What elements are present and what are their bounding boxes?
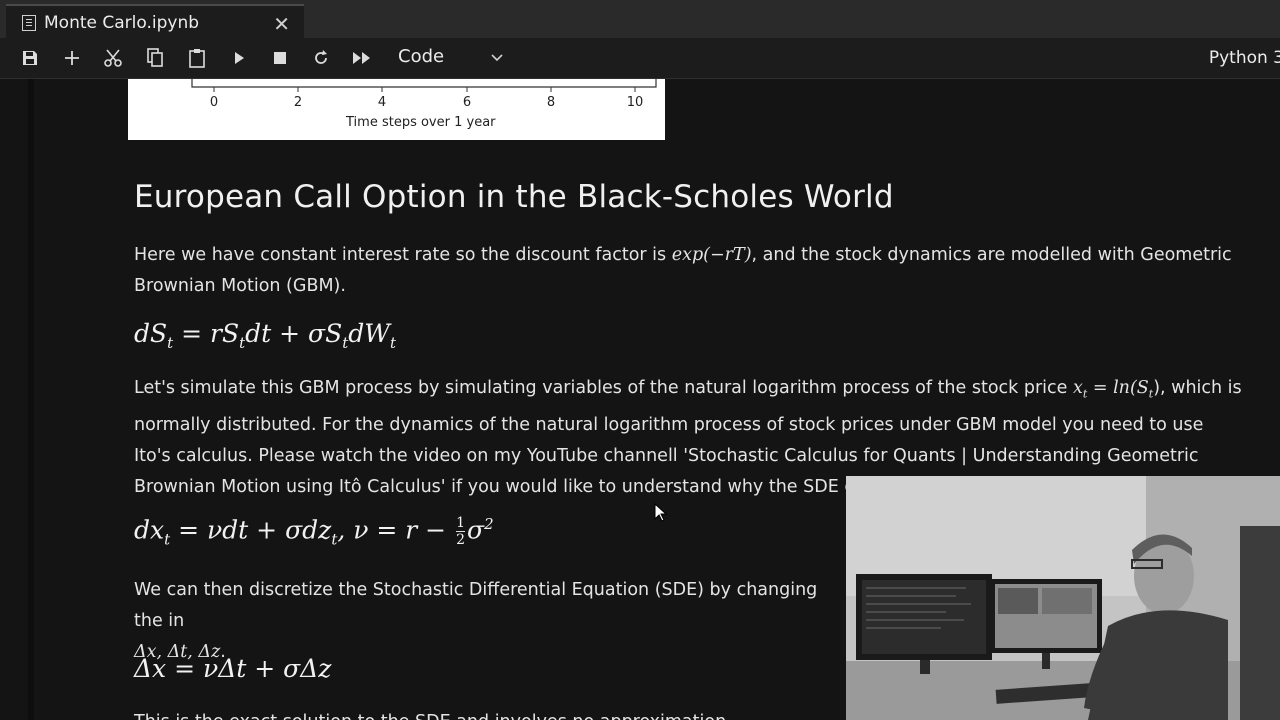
markdown-heading: European Call Option in the Black-Schole… [134, 179, 894, 215]
notebook-tab[interactable]: Monte Carlo.ipynb ✕ [6, 4, 304, 40]
cell-gutter [28, 79, 34, 720]
restart-icon[interactable] [309, 46, 333, 70]
x-tick-label: 8 [546, 95, 556, 110]
copy-icon[interactable] [143, 46, 167, 70]
plot-axes [191, 79, 657, 92]
cell-type-value: Code [398, 46, 445, 67]
p1-math: exp(−rT) [671, 245, 752, 265]
close-tab-icon[interactable]: ✕ [273, 12, 290, 36]
fast-forward-icon[interactable] [350, 46, 374, 70]
notebook-icon [22, 15, 36, 31]
p2-math: xt = ln(St [1072, 378, 1154, 401]
markdown-paragraph-1: Here we have constant interest rate so t… [134, 240, 1244, 302]
paste-icon[interactable] [185, 46, 209, 70]
x-tick-label: 4 [377, 95, 387, 110]
save-icon[interactable] [18, 46, 42, 70]
stop-icon[interactable] [268, 46, 292, 70]
eq1-lhs: dS [134, 319, 168, 348]
p2-text-a: Let's simulate this GBM process by simul… [134, 378, 1073, 398]
tab-bar: Monte Carlo.ipynb ✕ [0, 0, 1280, 40]
x-tick-label: 10 [626, 95, 644, 110]
x-tick-label: 6 [462, 95, 472, 110]
p3-text-a: We can then discretize the Stochastic Di… [134, 580, 818, 631]
x-tick-label: 0 [209, 95, 219, 110]
notebook-toolbar: Code Python 3 [0, 38, 1280, 79]
plus-icon[interactable] [60, 46, 84, 70]
x-axis-label: Time steps over 1 year [346, 115, 496, 130]
mouse-cursor-icon [654, 502, 668, 527]
p1-text-a: Here we have constant interest rate so t… [134, 245, 672, 265]
run-icon[interactable] [227, 46, 251, 70]
tab-title: Monte Carlo.ipynb [44, 13, 200, 33]
cell-type-select[interactable]: Code [398, 46, 508, 70]
webcam-overlay [846, 476, 1280, 720]
scissors-icon[interactable] [101, 46, 125, 70]
x-tick-label: 2 [293, 95, 303, 110]
plot-output: 0 2 4 6 8 10 Time steps over 1 year [128, 79, 665, 140]
equation-gbm: dSt = rStdt + σStdWt [134, 319, 396, 352]
kernel-name[interactable]: Python 3 [1209, 48, 1280, 68]
chevron-down-icon [490, 46, 504, 74]
webcam-video [846, 476, 1280, 720]
